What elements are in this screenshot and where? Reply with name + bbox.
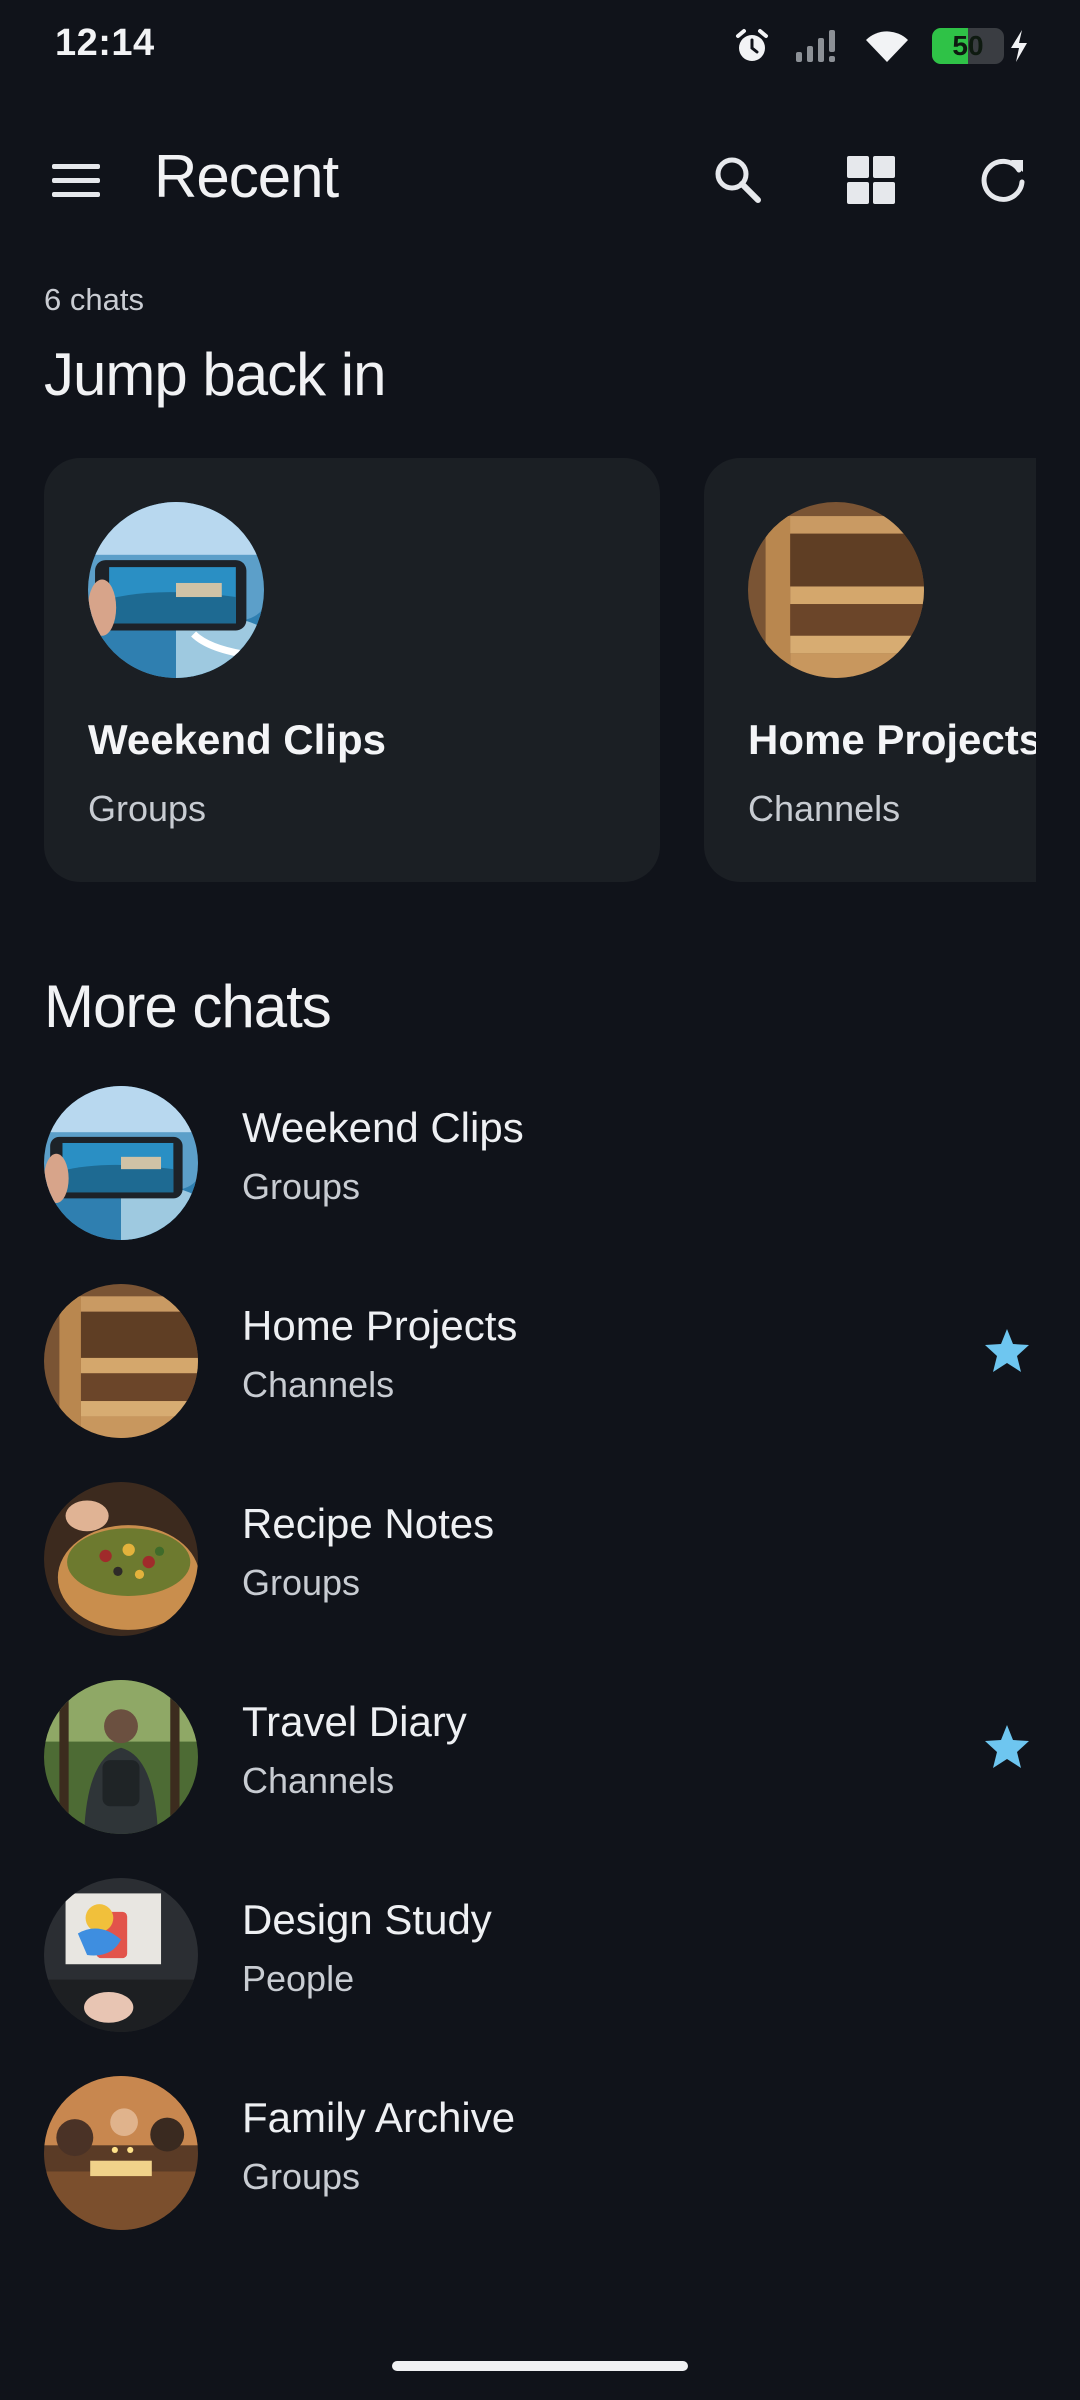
status-icons: 50 — [732, 22, 1030, 70]
search-icon — [710, 152, 766, 208]
avatar — [44, 1680, 198, 1834]
signal-icon — [794, 28, 842, 64]
avatar — [44, 2076, 198, 2230]
jump-back-carousel[interactable]: Weekend Clips Groups Home Projects Chann… — [44, 458, 1036, 882]
avatar — [44, 1086, 198, 1240]
card-subtitle: Groups — [88, 788, 207, 829]
charging-icon — [1008, 28, 1030, 64]
list-item-home-projects[interactable]: Home Projects Channels — [0, 1266, 1080, 1446]
jump-back-title: Jump back in — [44, 341, 386, 408]
list-item-subtitle: Channels — [242, 1760, 395, 1801]
alarm-icon — [732, 26, 772, 66]
chat-count: 6 chats — [44, 282, 144, 317]
card-avatar — [748, 502, 924, 678]
list-item-subtitle: Groups — [242, 1562, 361, 1603]
list-item-family-archive[interactable]: Family Archive Groups — [0, 2058, 1080, 2238]
search-button[interactable] — [708, 150, 768, 210]
page-title: Recent — [154, 143, 339, 210]
star-icon[interactable] — [982, 1722, 1032, 1772]
refresh-button[interactable] — [973, 150, 1033, 210]
list-item-subtitle: Groups — [242, 1166, 361, 1207]
card-title: Home Projects — [748, 716, 1036, 763]
top-app-bar: Recent — [0, 120, 1080, 240]
list-item-subtitle: Channels — [242, 1364, 395, 1405]
list-item-title: Home Projects — [242, 1302, 518, 1349]
more-chats-title: More chats — [44, 973, 332, 1040]
card-home-projects[interactable]: Home Projects Channels — [704, 458, 1036, 882]
card-subtitle: Channels — [748, 788, 901, 829]
avatar — [44, 1878, 198, 2032]
avatar — [44, 1284, 198, 1438]
grid-view-button[interactable] — [841, 150, 901, 210]
card-weekend-clips[interactable]: Weekend Clips Groups — [44, 458, 660, 882]
menu-button[interactable] — [48, 154, 104, 206]
card-avatar — [88, 502, 264, 678]
list-item-recipe-notes[interactable]: Recipe Notes Groups — [0, 1464, 1080, 1644]
list-item-title: Recipe Notes — [242, 1500, 495, 1547]
list-item-title: Travel Diary — [242, 1698, 467, 1745]
status-time: 12:14 — [55, 22, 155, 64]
star-icon[interactable] — [982, 1326, 1032, 1376]
list-item-weekend-clips[interactable]: Weekend Clips Groups — [0, 1068, 1080, 1248]
screen: 12:14 50 Recent 6 chats Jump back in Wee… — [0, 0, 1080, 2400]
status-bar: 12:14 50 — [0, 0, 1080, 90]
list-item-subtitle: Groups — [242, 2156, 361, 2197]
battery-icon: 50 — [932, 28, 1004, 64]
list-item-subtitle: People — [242, 1958, 355, 1999]
battery-level: 50 — [952, 30, 984, 61]
avatar — [44, 1482, 198, 1636]
grid-icon — [843, 152, 899, 208]
list-item-title: Family Archive — [242, 2094, 516, 2141]
menu-icon — [48, 154, 104, 206]
home-indicator[interactable] — [392, 2361, 688, 2371]
refresh-icon — [975, 152, 1031, 208]
wifi-icon — [864, 28, 910, 64]
list-item-title: Design Study — [242, 1896, 492, 1943]
list-item-travel-diary[interactable]: Travel Diary Channels — [0, 1662, 1080, 1842]
list-item-design-study[interactable]: Design Study People — [0, 1860, 1080, 2040]
card-title: Weekend Clips — [88, 716, 386, 763]
list-item-title: Weekend Clips — [242, 1104, 524, 1151]
